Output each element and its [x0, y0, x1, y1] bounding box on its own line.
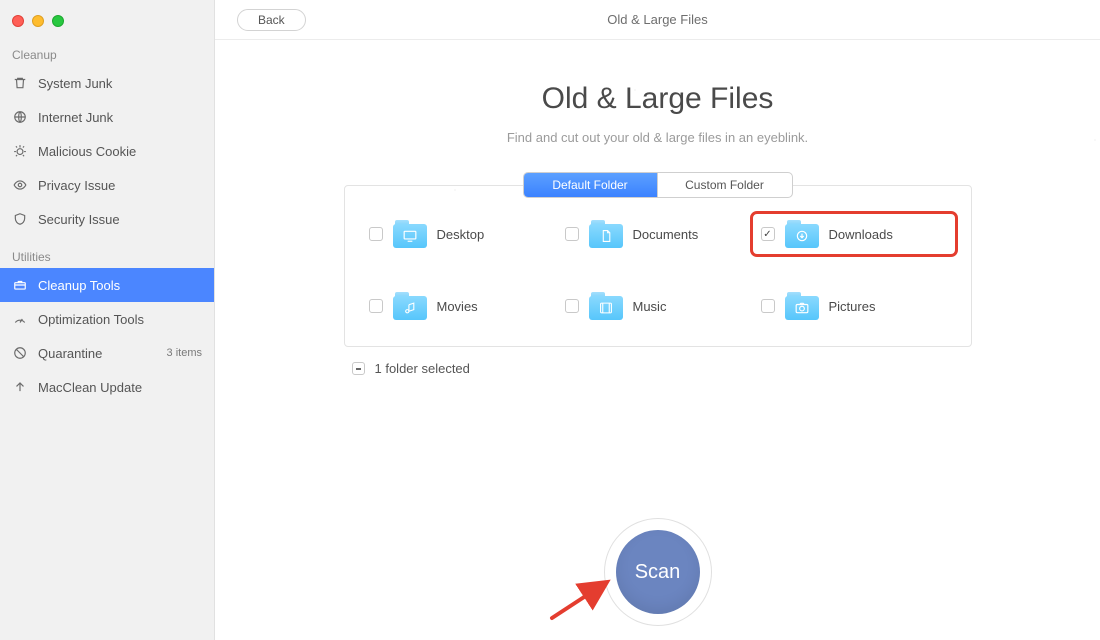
- folder-label: Downloads: [829, 227, 893, 242]
- scan-button[interactable]: Scan: [616, 530, 700, 614]
- folder-icon: [785, 220, 819, 248]
- sidebar-item-label: System Junk: [38, 76, 202, 91]
- bug-icon: [12, 143, 28, 159]
- folder-music[interactable]: Music: [565, 292, 751, 320]
- topbar-title: Old & Large Files: [215, 12, 1100, 27]
- folder-desktop[interactable]: Desktop: [369, 220, 555, 248]
- main-panel: Back Old & Large Files Old & Large Files…: [215, 0, 1100, 640]
- sidebar-section-utilities-label: Utilities: [0, 236, 214, 268]
- folder-grid: Desktop Documents Down: [369, 220, 947, 320]
- folder-label: Music: [633, 299, 667, 314]
- select-all-checkbox[interactable]: [352, 362, 365, 375]
- sidebar-item-badge: 3 items: [167, 347, 202, 359]
- sidebar-item-label: Optimization Tools: [38, 312, 202, 327]
- sidebar-item-label: Cleanup Tools: [38, 278, 202, 293]
- sidebar-item-label: Privacy Issue: [38, 178, 202, 193]
- page-title: Old & Large Files: [215, 82, 1100, 116]
- folder-desktop-checkbox[interactable]: [369, 227, 383, 241]
- toolbox-icon: [12, 277, 28, 293]
- folder-label: Desktop: [437, 227, 485, 242]
- sidebar-item-label: Internet Junk: [38, 110, 202, 125]
- folder-documents-checkbox[interactable]: [565, 227, 579, 241]
- quarantine-icon: [12, 345, 28, 361]
- folder-icon: [589, 220, 623, 248]
- sidebar-item-label: Quarantine: [38, 346, 157, 361]
- folder-downloads[interactable]: Downloads: [755, 216, 953, 252]
- topbar: Back Old & Large Files: [215, 0, 1100, 40]
- sidebar-item-malicious-cookie[interactable]: Malicious Cookie: [0, 134, 214, 168]
- minimize-window-dot[interactable]: [32, 15, 44, 27]
- sidebar-item-label: MacClean Update: [38, 380, 202, 395]
- sidebar-item-macclean-update[interactable]: MacClean Update: [0, 370, 214, 404]
- sidebar-section-cleanup-label: Cleanup: [0, 34, 214, 66]
- sidebar-item-security-issue[interactable]: Security Issue: [0, 202, 214, 236]
- globe-icon: [12, 109, 28, 125]
- folder-tab-strip: Default Folder Custom Folder: [523, 172, 793, 198]
- app-window: Cleanup System Junk Internet Junk Malici…: [0, 0, 1100, 640]
- tab-default-folder[interactable]: Default Folder: [524, 173, 658, 197]
- folder-icon: [393, 292, 427, 320]
- selection-summary-text: 1 folder selected: [375, 361, 470, 376]
- selection-summary: 1 folder selected: [352, 361, 972, 376]
- folder-area: Default Folder Custom Folder Desktop: [344, 185, 972, 376]
- sidebar-item-cleanup-tools[interactable]: Cleanup Tools: [0, 268, 214, 302]
- folder-icon: [393, 220, 427, 248]
- folder-label: Movies: [437, 299, 478, 314]
- gauge-icon: [12, 311, 28, 327]
- tab-custom-folder[interactable]: Custom Folder: [658, 173, 792, 197]
- back-button[interactable]: Back: [237, 9, 306, 31]
- folder-music-checkbox[interactable]: [565, 299, 579, 313]
- folder-icon: [785, 292, 819, 320]
- folder-movies[interactable]: Movies: [369, 292, 555, 320]
- shield-icon: [12, 211, 28, 227]
- page-subtitle: Find and cut out your old & large files …: [215, 130, 1100, 145]
- sidebar-item-label: Malicious Cookie: [38, 144, 202, 159]
- sidebar-item-label: Security Issue: [38, 212, 202, 227]
- folder-pictures-checkbox[interactable]: [761, 299, 775, 313]
- folder-icon: [589, 292, 623, 320]
- update-icon: [12, 379, 28, 395]
- folder-downloads-checkbox[interactable]: [761, 227, 775, 241]
- hero: Old & Large Files Find and cut out your …: [215, 82, 1100, 145]
- folder-panel: Desktop Documents Down: [344, 185, 972, 347]
- eye-icon: [12, 177, 28, 193]
- folder-label: Pictures: [829, 299, 876, 314]
- sidebar-item-privacy-issue[interactable]: Privacy Issue: [0, 168, 214, 202]
- sidebar: Cleanup System Junk Internet Junk Malici…: [0, 0, 215, 640]
- sidebar-item-optimization-tools[interactable]: Optimization Tools: [0, 302, 214, 336]
- trash-icon: [12, 75, 28, 91]
- window-controls: [0, 8, 214, 34]
- sidebar-item-system-junk[interactable]: System Junk: [0, 66, 214, 100]
- folder-pictures[interactable]: Pictures: [761, 292, 947, 320]
- zoom-window-dot[interactable]: [52, 15, 64, 27]
- folder-documents[interactable]: Documents: [565, 220, 751, 248]
- close-window-dot[interactable]: [12, 15, 24, 27]
- scan-button-ring: Scan: [604, 518, 712, 626]
- folder-movies-checkbox[interactable]: [369, 299, 383, 313]
- sidebar-item-quarantine[interactable]: Quarantine 3 items: [0, 336, 214, 370]
- sidebar-item-internet-junk[interactable]: Internet Junk: [0, 100, 214, 134]
- folder-label: Documents: [633, 227, 699, 242]
